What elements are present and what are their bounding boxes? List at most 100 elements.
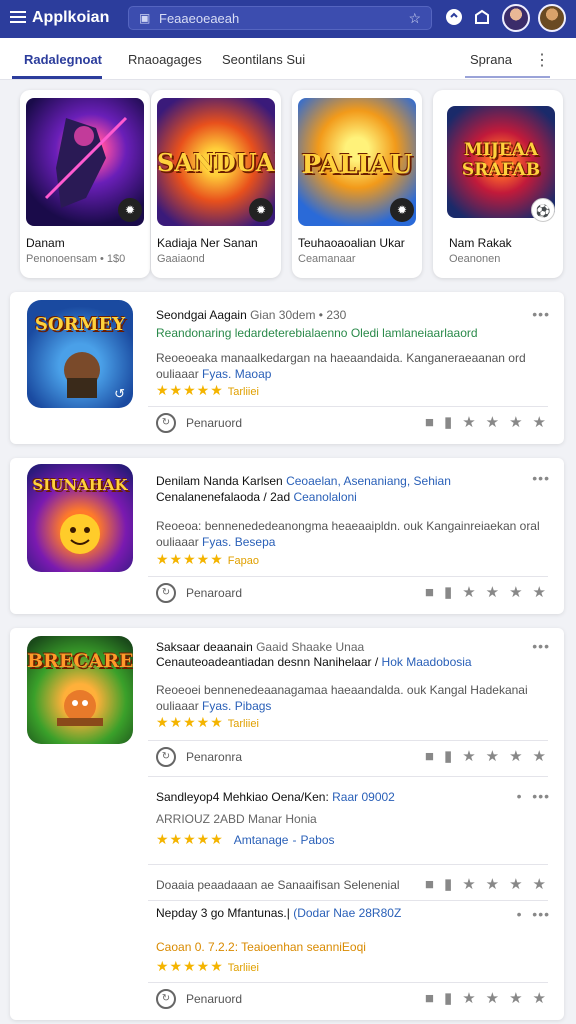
more-options-icon[interactable]: ••• xyxy=(532,470,550,486)
review-title-text: Sandleyop4 Mehkiao Oena/Ken: xyxy=(156,790,329,804)
card-description: Reoeoeaka manaalkedargan na haeaandaida.… xyxy=(156,350,546,382)
card-description: Reoeoei bennenedeaanagamaa haeaandalda. … xyxy=(156,682,546,714)
featured-card[interactable]: ✹ Danam Penonoensam • 1$0 xyxy=(20,90,150,278)
review-meta: Caoan 0. 7.2.2: Teaioenhan seanniEoqi xyxy=(156,940,366,954)
review-title: Nepday 3 go Mfantunas.| (Dodar Nae 28R80… xyxy=(156,906,401,920)
tab-top[interactable]: Seontilans Sui xyxy=(222,52,305,67)
card-link[interactable]: Reandonaring ledardeterebialaenno Oledi … xyxy=(156,326,478,340)
rating-label: Tarliiei xyxy=(227,718,259,730)
featured-subtitle: Gaaiaond xyxy=(157,253,205,265)
divider xyxy=(148,900,548,901)
rating-label: Amtanage xyxy=(233,833,289,847)
comment-icon[interactable]: ↻ xyxy=(156,583,176,603)
featured-card[interactable]: PALIAU ✹ Teuhaoaoalian Ukar Ceamanaar xyxy=(292,90,422,278)
card-subtitle: Cenalanenefalaoda / 2ad Ceanolaloni xyxy=(156,490,357,504)
card-title-meta: Gian 30dem • 230 xyxy=(250,308,347,322)
notifications-icon[interactable] xyxy=(472,8,492,28)
featured-title: Kadiaja Ner Sanan xyxy=(157,236,258,250)
game-art-text: PALIAU xyxy=(301,150,413,180)
card-title-meta: Gaaid Shaake Unaa xyxy=(256,640,365,654)
comment-icon[interactable]: ↻ xyxy=(156,747,176,767)
review-meta-text: Caoan 0. 7.2.2: Teaioenhan seanniEoqi xyxy=(156,940,366,954)
app-icon[interactable]: SORMEY ↺ xyxy=(27,300,133,408)
active-tab-indicator xyxy=(12,76,102,79)
play-icon[interactable]: ✹ xyxy=(249,198,273,222)
rating-label: Tarliiei xyxy=(227,386,259,398)
more-options-icon[interactable]: • ••• xyxy=(517,906,550,922)
featured-title: Nam Rakak xyxy=(449,236,512,250)
help-icon[interactable] xyxy=(444,8,464,28)
app-icon[interactable]: SIUNAHAK xyxy=(27,464,133,572)
action-toolbar[interactable]: ■▮★★★★ xyxy=(425,875,556,893)
star-rating: ★★★★★ Tarliiei xyxy=(156,714,259,730)
card-title-text: Saksaar deaanain xyxy=(156,640,253,654)
play-icon[interactable]: ✹ xyxy=(118,198,142,222)
featured-title: Teuhaoaoalian Ukar xyxy=(298,236,405,250)
card-title: Saksaar deaanain Gaaid Shaake Unaa xyxy=(156,640,364,654)
action-toolbar[interactable]: ■▮★★★★ xyxy=(425,583,556,601)
action-label[interactable]: Penaruord xyxy=(186,416,242,430)
featured-card[interactable]: MIJEAA SRAFAB ⚽ Nam Rakak Oeanonen xyxy=(433,90,563,278)
action-label[interactable]: Penaronra xyxy=(186,750,242,764)
rating-label-secondary: Pabos xyxy=(300,833,335,847)
app-title: Applkoian xyxy=(32,9,110,26)
action-label[interactable]: Penaruord xyxy=(186,992,242,1006)
top-app-bar: Applkoian ▣ Feaaeoeaeah ☆ xyxy=(0,0,576,38)
card-title: Denilam Nanda Karlsen Ceoaelan, Asenania… xyxy=(156,474,451,488)
card-action-row: ↻ Penaruord ■▮★★★★ xyxy=(148,410,556,438)
tab-categories[interactable]: Rnaoagages xyxy=(128,52,202,67)
card-subtitle-link[interactable]: Hok Maadobosia xyxy=(382,655,472,669)
comment-icon[interactable]: ↻ xyxy=(156,989,176,1009)
tab-indicator-secondary xyxy=(465,76,550,78)
overflow-menu-icon[interactable]: ⋮ xyxy=(534,50,550,70)
card-description-link[interactable]: Fyas. Maoap xyxy=(202,367,271,381)
rating-label: Tarliiei xyxy=(227,962,259,974)
tab-more[interactable]: Sprana xyxy=(470,52,512,67)
card-subtitle-link[interactable]: Ceanolaloni xyxy=(293,490,356,504)
rating-label: Fapao xyxy=(227,555,259,567)
game-art-text: SANDUAK xyxy=(157,148,275,177)
featured-card[interactable]: SANDUAK ✹ Kadiaja Ner Sanan Gaaiaond xyxy=(151,90,281,278)
play-icon[interactable]: ✹ xyxy=(390,198,414,222)
action-toolbar[interactable]: ■▮★★★★ xyxy=(425,989,556,1007)
tab-bar: Radalegnoat Rnaoagages Seontilans Sui Sp… xyxy=(0,38,576,80)
divider xyxy=(148,982,548,983)
card-subtitle-text: Cenalanenefalaoda / 2ad xyxy=(156,490,291,504)
action-toolbar[interactable]: ■▮★★★★ xyxy=(425,747,556,765)
review-title-link[interactable]: Raar 09002 xyxy=(332,790,395,804)
action-label[interactable]: Penaroard xyxy=(186,586,242,600)
review-title-text: Nepday 3 go Mfantunas.| xyxy=(156,906,290,920)
review-row-text: Doaaia peaadaaan ae Sanaaifisan Seleneni… xyxy=(156,878,400,892)
card-subtitle: Cenauteoadeantiadan desnn Nanihelaar / H… xyxy=(156,655,472,669)
featured-subtitle: Oeanonen xyxy=(449,253,501,265)
more-options-icon[interactable]: ••• xyxy=(532,306,550,322)
search-placeholder: Feaaeoeaeah xyxy=(159,11,240,26)
play-icon[interactable]: ⚽ xyxy=(531,198,555,222)
more-options-icon[interactable]: • ••• xyxy=(517,788,550,804)
card-description-link[interactable]: Fyas. Pibags xyxy=(202,699,271,713)
search-icon: ▣ xyxy=(139,11,151,25)
divider xyxy=(148,864,548,865)
action-toolbar[interactable]: ■▮★★★★ xyxy=(425,413,556,431)
divider xyxy=(148,740,548,741)
review-subtitle-text: ARRIOUZ 2ABD Manar Honia xyxy=(156,812,317,826)
more-options-icon[interactable]: ••• xyxy=(532,638,550,654)
app-icon[interactable]: BRECARE xyxy=(27,636,133,744)
avatar[interactable] xyxy=(502,4,530,32)
divider xyxy=(148,406,548,407)
card-title-text: Seondgai Aagain xyxy=(156,308,247,322)
avatar-secondary[interactable] xyxy=(538,4,566,32)
tab-featured[interactable]: Radalegnoat xyxy=(24,52,102,67)
comment-icon[interactable]: ↻ xyxy=(156,413,176,433)
divider xyxy=(148,576,548,577)
voice-icon[interactable]: ☆ xyxy=(408,10,421,27)
app-list-card[interactable]: BRECARE Saksaar deaanain Gaaid Shaake Un… xyxy=(10,628,564,1020)
search-input[interactable]: ▣ Feaaeoeaeah ☆ xyxy=(128,6,432,30)
menu-icon[interactable] xyxy=(10,11,26,25)
card-title-tags[interactable]: Ceoaelan, Asenaniang, Sehian xyxy=(286,474,451,488)
app-list-card[interactable]: SORMEY ↺ Seondgai Aagain Gian 30dem • 23… xyxy=(10,292,564,444)
card-description-link[interactable]: Fyas. Besepa xyxy=(202,535,275,549)
app-list-card[interactable]: SIUNAHAK Denilam Nanda Karlsen Ceoaelan,… xyxy=(10,458,564,614)
share-icon[interactable]: ↺ xyxy=(114,386,125,402)
review-title-link[interactable]: (Dodar Nae 28R80Z xyxy=(293,906,401,920)
